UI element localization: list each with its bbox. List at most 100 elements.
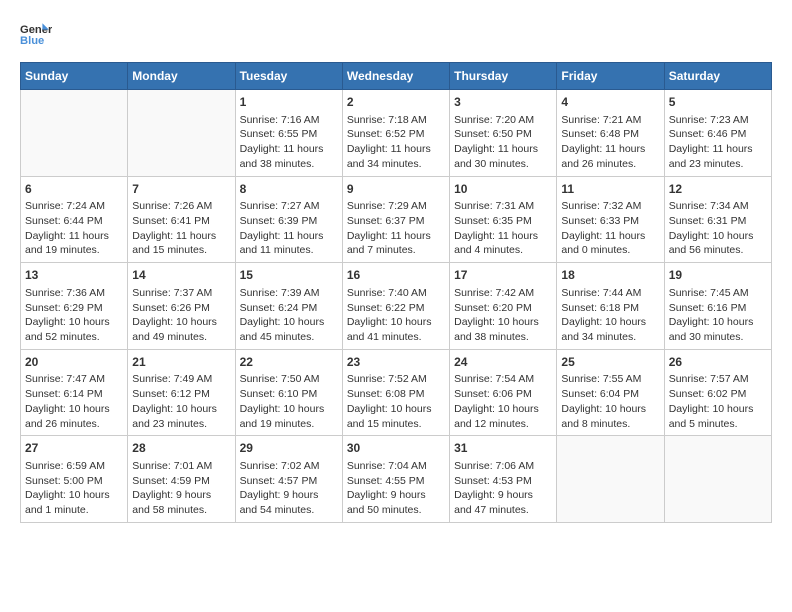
- cell-content: Sunrise: 7:50 AMSunset: 6:10 PMDaylight:…: [240, 372, 338, 431]
- day-number: 30: [347, 440, 445, 457]
- calendar-cell: 23Sunrise: 7:52 AMSunset: 6:08 PMDayligh…: [342, 349, 449, 436]
- calendar-cell: 21Sunrise: 7:49 AMSunset: 6:12 PMDayligh…: [128, 349, 235, 436]
- day-number: 13: [25, 267, 123, 284]
- cell-content: Sunrise: 7:27 AMSunset: 6:39 PMDaylight:…: [240, 199, 338, 258]
- day-number: 22: [240, 354, 338, 371]
- calendar-cell: [557, 436, 664, 523]
- day-number: 2: [347, 94, 445, 111]
- weekday-header: Saturday: [664, 63, 771, 90]
- calendar-cell: 7Sunrise: 7:26 AMSunset: 6:41 PMDaylight…: [128, 176, 235, 263]
- cell-content: Sunrise: 7:26 AMSunset: 6:41 PMDaylight:…: [132, 199, 230, 258]
- cell-content: Sunrise: 7:45 AMSunset: 6:16 PMDaylight:…: [669, 286, 767, 345]
- calendar-cell: 26Sunrise: 7:57 AMSunset: 6:02 PMDayligh…: [664, 349, 771, 436]
- day-number: 19: [669, 267, 767, 284]
- day-number: 31: [454, 440, 552, 457]
- cell-content: Sunrise: 7:39 AMSunset: 6:24 PMDaylight:…: [240, 286, 338, 345]
- cell-content: Sunrise: 7:21 AMSunset: 6:48 PMDaylight:…: [561, 113, 659, 172]
- calendar-cell: 16 Sunrise: 7:40 AMSunset: 6:22 PMDayligh…: [342, 263, 449, 350]
- calendar-cell: [128, 90, 235, 177]
- logo: GeneralBlue: [20, 20, 52, 52]
- cell-content: Sunrise: 6:59 AMSunset: 5:00 PMDaylight:…: [25, 459, 123, 518]
- weekday-header: Monday: [128, 63, 235, 90]
- calendar-cell: 8Sunrise: 7:27 AMSunset: 6:39 PMDaylight…: [235, 176, 342, 263]
- cell-content: Sunrise: 7:31 AMSunset: 6:35 PMDaylight:…: [454, 199, 552, 258]
- svg-text:Blue: Blue: [20, 35, 44, 47]
- calendar-cell: 28Sunrise: 7:01 AMSunset: 4:59 PMDayligh…: [128, 436, 235, 523]
- cell-content: Sunrise: 7:23 AMSunset: 6:46 PMDaylight:…: [669, 113, 767, 172]
- calendar-cell: 19 Sunrise: 7:45 AMSunset: 6:16 PMDayligh…: [664, 263, 771, 350]
- day-number: 12: [669, 181, 767, 198]
- cell-content: Sunrise: 7:40 AMSunset: 6:22 PMDaylight:…: [347, 286, 445, 345]
- calendar-cell: 17 Sunrise: 7:42 AMSunset: 6:20 PMDayligh…: [450, 263, 557, 350]
- weekday-header: Friday: [557, 63, 664, 90]
- day-number: 17: [454, 267, 552, 284]
- cell-content: Sunrise: 7:24 AMSunset: 6:44 PMDaylight:…: [25, 199, 123, 258]
- calendar-table: SundayMondayTuesdayWednesdayThursdayFrid…: [20, 62, 772, 523]
- calendar-cell: [21, 90, 128, 177]
- calendar-cell: 18Sunrise: 7:44 AMSunset: 6:18 PMDayligh…: [557, 263, 664, 350]
- day-number: 26: [669, 354, 767, 371]
- weekday-header: Thursday: [450, 63, 557, 90]
- day-number: 15: [240, 267, 338, 284]
- day-number: 23: [347, 354, 445, 371]
- calendar-cell: 15 Sunrise: 7:39 AMSunset: 6:24 PMDayligh…: [235, 263, 342, 350]
- page-header: GeneralBlue: [20, 20, 772, 52]
- cell-content: Sunrise: 7:42 AMSunset: 6:20 PMDaylight:…: [454, 286, 552, 345]
- cell-content: Sunrise: 7:34 AMSunset: 6:31 PMDaylight:…: [669, 199, 767, 258]
- day-number: 10: [454, 181, 552, 198]
- calendar-cell: 20Sunrise: 7:47 AMSunset: 6:14 PMDayligh…: [21, 349, 128, 436]
- calendar-header: SundayMondayTuesdayWednesdayThursdayFrid…: [21, 63, 772, 90]
- cell-content: Sunrise: 7:37 AMSunset: 6:26 PMDaylight:…: [132, 286, 230, 345]
- day-number: 11: [561, 181, 659, 198]
- cell-content: Sunrise: 7:54 AMSunset: 6:06 PMDaylight:…: [454, 372, 552, 431]
- cell-content: Sunrise: 7:55 AMSunset: 6:04 PMDaylight:…: [561, 372, 659, 431]
- calendar-cell: [664, 436, 771, 523]
- cell-content: Sunrise: 7:18 AMSunset: 6:52 PMDaylight:…: [347, 113, 445, 172]
- day-number: 20: [25, 354, 123, 371]
- svg-text:General: General: [20, 24, 52, 36]
- cell-content: Sunrise: 7:02 AMSunset: 4:57 PMDaylight:…: [240, 459, 338, 518]
- calendar-cell: 2 Sunrise: 7:18 AMSunset: 6:52 PMDaylight…: [342, 90, 449, 177]
- cell-content: Sunrise: 7:52 AMSunset: 6:08 PMDaylight:…: [347, 372, 445, 431]
- weekday-header: Wednesday: [342, 63, 449, 90]
- day-number: 18: [561, 267, 659, 284]
- day-number: 8: [240, 181, 338, 198]
- calendar-cell: 29 Sunrise: 7:02 AMSunset: 4:57 PMDayligh…: [235, 436, 342, 523]
- calendar-cell: 11Sunrise: 7:32 AMSunset: 6:33 PMDayligh…: [557, 176, 664, 263]
- day-number: 4: [561, 94, 659, 111]
- calendar-cell: 4 Sunrise: 7:21 AMSunset: 6:48 PMDaylight…: [557, 90, 664, 177]
- day-number: 29: [240, 440, 338, 457]
- cell-content: Sunrise: 7:29 AMSunset: 6:37 PMDaylight:…: [347, 199, 445, 258]
- calendar-cell: 12Sunrise: 7:34 AMSunset: 6:31 PMDayligh…: [664, 176, 771, 263]
- day-number: 6: [25, 181, 123, 198]
- weekday-header: Tuesday: [235, 63, 342, 90]
- day-number: 16: [347, 267, 445, 284]
- day-number: 5: [669, 94, 767, 111]
- calendar-cell: 13 Sunrise: 7:36 AMSunset: 6:29 PMDayligh…: [21, 263, 128, 350]
- calendar-cell: 31 Sunrise: 7:06 AMSunset: 4:53 PMDayligh…: [450, 436, 557, 523]
- calendar-cell: 30 Sunrise: 7:04 AMSunset: 4:55 PMDayligh…: [342, 436, 449, 523]
- calendar-cell: 6Sunrise: 7:24 AMSunset: 6:44 PMDaylight…: [21, 176, 128, 263]
- calendar-cell: 14 Sunrise: 7:37 AMSunset: 6:26 PMDayligh…: [128, 263, 235, 350]
- calendar-cell: 9Sunrise: 7:29 AMSunset: 6:37 PMDaylight…: [342, 176, 449, 263]
- calendar-cell: 5 Sunrise: 7:23 AMSunset: 6:46 PMDaylight…: [664, 90, 771, 177]
- calendar-cell: 22Sunrise: 7:50 AMSunset: 6:10 PMDayligh…: [235, 349, 342, 436]
- day-number: 25: [561, 354, 659, 371]
- cell-content: Sunrise: 7:20 AMSunset: 6:50 PMDaylight:…: [454, 113, 552, 172]
- cell-content: Sunrise: 7:04 AMSunset: 4:55 PMDaylight:…: [347, 459, 445, 518]
- day-number: 28: [132, 440, 230, 457]
- cell-content: Sunrise: 7:36 AMSunset: 6:29 PMDaylight:…: [25, 286, 123, 345]
- day-number: 1: [240, 94, 338, 111]
- day-number: 24: [454, 354, 552, 371]
- calendar-cell: 25Sunrise: 7:55 AMSunset: 6:04 PMDayligh…: [557, 349, 664, 436]
- day-number: 27: [25, 440, 123, 457]
- cell-content: Sunrise: 7:47 AMSunset: 6:14 PMDaylight:…: [25, 372, 123, 431]
- cell-content: Sunrise: 7:57 AMSunset: 6:02 PMDaylight:…: [669, 372, 767, 431]
- calendar-cell: 27 Sunrise: 6:59 AMSunset: 5:00 PMDayligh…: [21, 436, 128, 523]
- logo-icon: GeneralBlue: [20, 20, 52, 52]
- day-number: 14: [132, 267, 230, 284]
- calendar-cell: 3Sunrise: 7:20 AMSunset: 6:50 PMDaylight…: [450, 90, 557, 177]
- cell-content: Sunrise: 7:16 AMSunset: 6:55 PMDaylight:…: [240, 113, 338, 172]
- cell-content: Sunrise: 7:32 AMSunset: 6:33 PMDaylight:…: [561, 199, 659, 258]
- cell-content: Sunrise: 7:06 AMSunset: 4:53 PMDaylight:…: [454, 459, 552, 518]
